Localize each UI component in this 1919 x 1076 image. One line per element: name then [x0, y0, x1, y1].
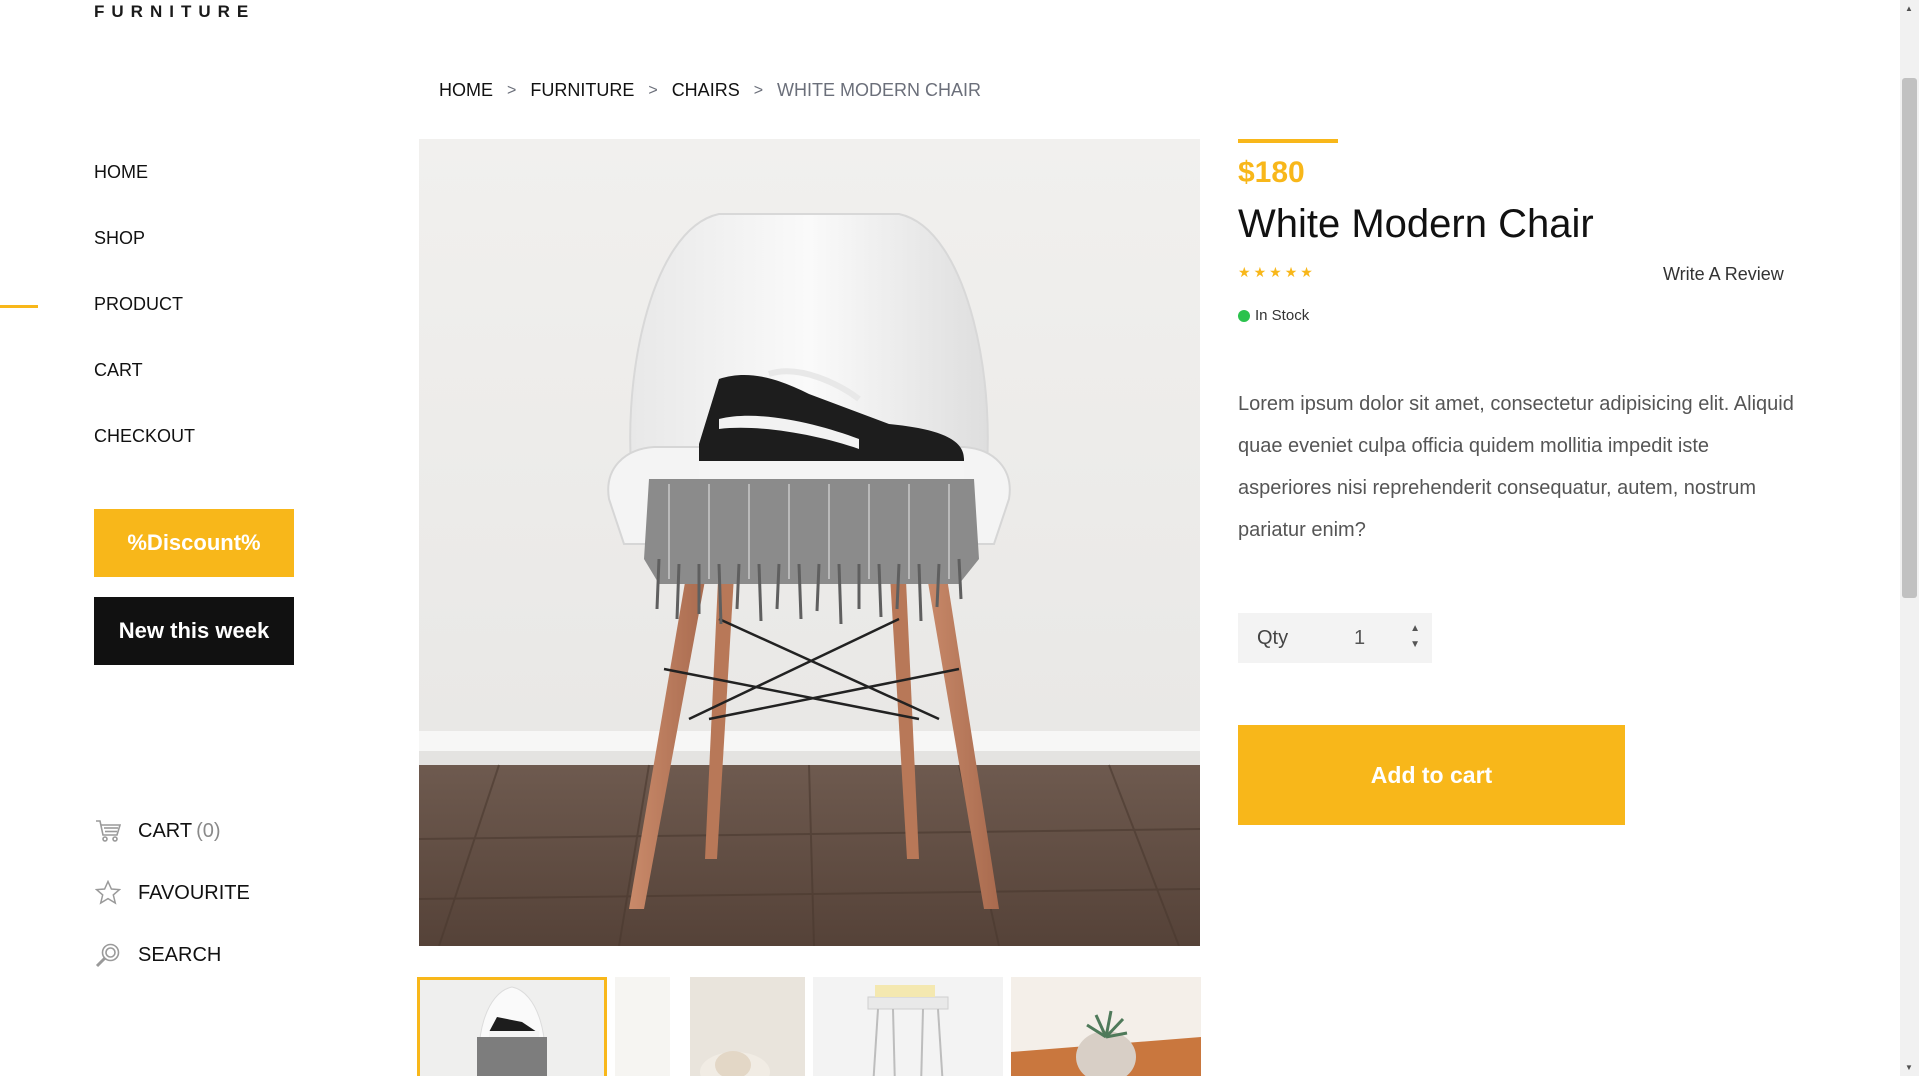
product-price: $180 — [1238, 156, 1305, 189]
qty-decrement-icon[interactable]: ▼ — [1410, 640, 1420, 650]
side-links: CART (0) FAVOURITE SEARCH — [94, 800, 250, 986]
breadcrumb-separator: > — [507, 81, 517, 99]
qty-label: Qty — [1257, 626, 1289, 649]
breadcrumb-separator: > — [648, 81, 658, 99]
cart-count: (0) — [196, 819, 221, 842]
stock-status-label: In Stock — [1255, 307, 1310, 324]
nav-item-shop[interactable]: SHOP — [94, 228, 195, 294]
nav-item-cart[interactable]: CART — [94, 360, 195, 426]
brand-logo[interactable]: FURNITURE — [94, 2, 255, 22]
scroll-down-icon[interactable]: ▼ — [1905, 1063, 1913, 1072]
star-icon: ★ — [1269, 264, 1282, 280]
product-main-image — [419, 139, 1200, 946]
qty-spinner: ▲ ▼ — [1410, 624, 1420, 650]
main-nav: HOME SHOP PRODUCT CART CHECKOUT — [94, 162, 195, 492]
price-accent-line — [1238, 139, 1338, 143]
star-icon: ★ — [1253, 264, 1267, 280]
nav-item-checkout[interactable]: CHECKOUT — [94, 426, 195, 492]
active-nav-indicator — [0, 305, 38, 308]
star-icon: ★ — [1238, 264, 1251, 280]
side-link-cart-label: CART — [138, 819, 193, 842]
new-this-week-button[interactable]: New this week — [94, 597, 294, 665]
star-icon: ★ — [1300, 264, 1313, 280]
discount-button[interactable]: %Discount% — [94, 509, 294, 577]
rating-stars: ★ ★ ★ ★ ★ — [1238, 265, 1313, 279]
side-link-favourite-label: FAVOURITE — [138, 881, 250, 904]
cart-icon — [94, 817, 122, 845]
product-thumbnails — [417, 977, 1201, 1076]
thumbnail-2[interactable] — [615, 977, 805, 1076]
star-icon: ★ — [1284, 264, 1298, 280]
breadcrumb-separator: > — [753, 81, 764, 99]
write-review-link[interactable]: Write A Review — [1663, 264, 1784, 285]
thumbnail-1[interactable] — [417, 977, 607, 1076]
side-link-search-label: SEARCH — [138, 943, 222, 966]
qty-input[interactable] — [1354, 626, 1394, 650]
breadcrumb-chairs[interactable]: CHAIRS — [672, 80, 740, 101]
thumbnail-4[interactable] — [1011, 977, 1201, 1076]
add-to-cart-button[interactable]: Add to cart — [1238, 725, 1625, 825]
side-link-favourite[interactable]: FAVOURITE — [94, 862, 250, 924]
stock-status: In Stock — [1238, 307, 1309, 324]
scroll-up-icon[interactable]: ▲ — [1905, 4, 1913, 13]
thumbnail-3[interactable] — [813, 977, 1003, 1076]
page-scrollbar[interactable]: ▲ ▼ — [1900, 0, 1919, 1076]
quantity-stepper: Qty ▲ ▼ — [1238, 613, 1432, 663]
product-description: Lorem ipsum dolor sit amet, consectetur … — [1238, 393, 1794, 541]
nav-item-product[interactable]: PRODUCT — [94, 294, 195, 360]
side-link-search[interactable]: SEARCH — [94, 924, 250, 986]
breadcrumb-current: WHITE MODERN CHAIR — [777, 80, 982, 100]
search-icon — [94, 941, 122, 969]
breadcrumb-home[interactable]: HOME — [439, 80, 493, 101]
scrollbar-thumb[interactable] — [1902, 78, 1917, 598]
star-outline-icon — [94, 879, 122, 907]
stock-status-dot — [1238, 309, 1250, 322]
side-link-cart[interactable]: CART (0) — [94, 800, 250, 862]
breadcrumb-furniture[interactable]: FURNITURE — [530, 80, 634, 101]
qty-increment-icon[interactable]: ▲ — [1410, 624, 1420, 634]
nav-item-home[interactable]: HOME — [94, 162, 195, 228]
product-title: White Modern Chair — [1238, 202, 1594, 246]
breadcrumb: HOME > FURNITURE > CHAIRS > WHITE MODERN… — [439, 80, 981, 101]
